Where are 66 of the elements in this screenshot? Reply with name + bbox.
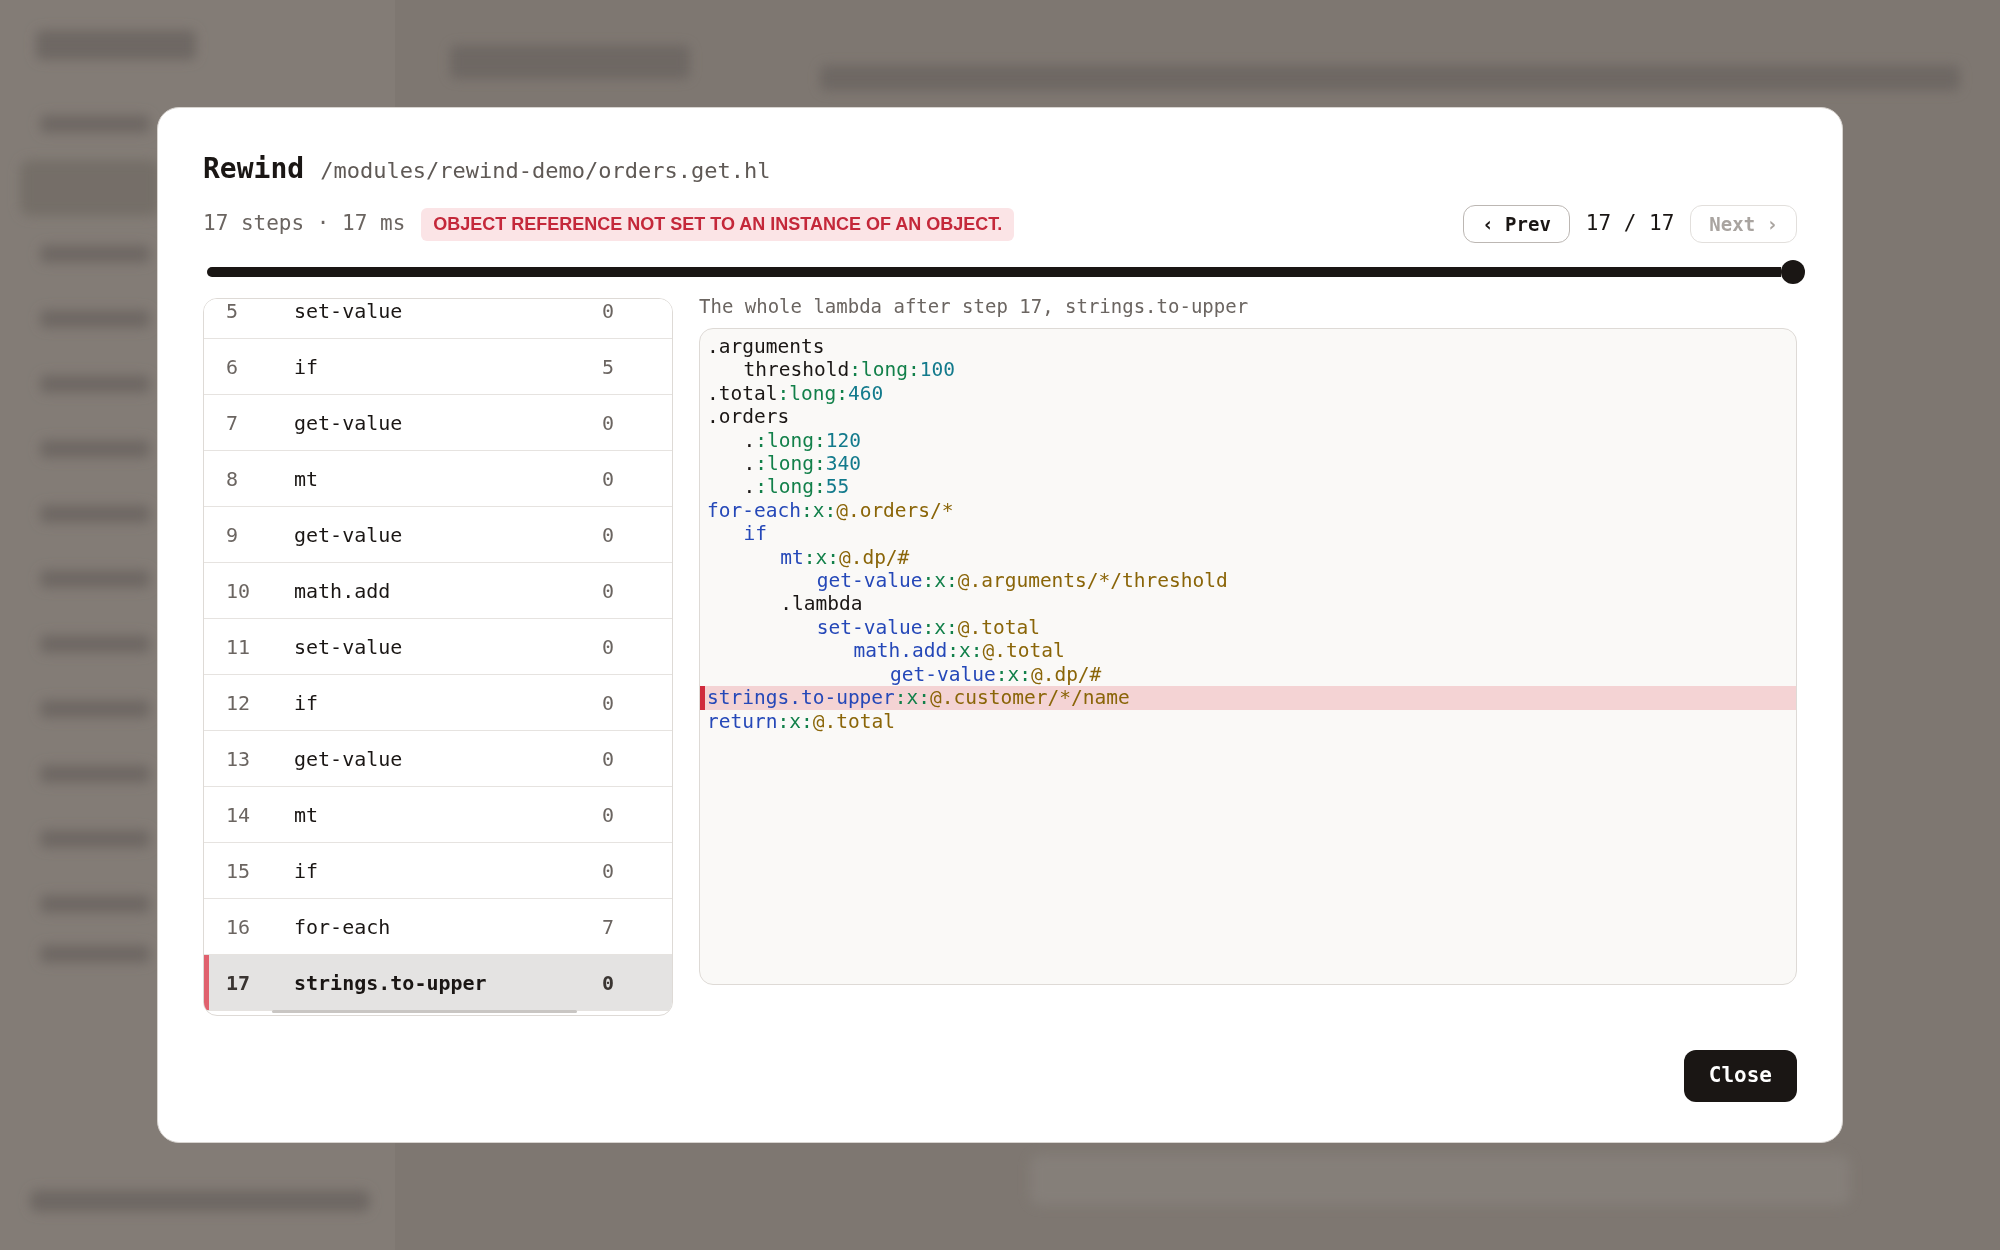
step-number: 11 xyxy=(225,633,252,661)
step-count: 0 xyxy=(602,577,616,605)
step-name: get-value xyxy=(294,745,404,773)
dialog-title: Rewind xyxy=(203,151,305,187)
file-path: /modules/rewind-demo/orders.get.hl xyxy=(320,157,771,185)
step-name: math.add xyxy=(294,577,392,605)
code-line: .lambda xyxy=(779,592,864,616)
step-number: 15 xyxy=(225,857,252,885)
timeline-thumb[interactable] xyxy=(1781,260,1805,284)
step-name: set-value xyxy=(294,299,404,325)
code-line: threshold:long:100 xyxy=(742,358,956,382)
step-number: 5 xyxy=(225,299,240,325)
step-number: 6 xyxy=(225,353,240,381)
step-count: 5 xyxy=(602,353,616,381)
code-line: get-value:x:@.arguments/*/threshold xyxy=(815,569,1229,593)
step-name: set-value xyxy=(294,633,404,661)
prev-button[interactable]: ‹ Prev xyxy=(1463,205,1570,243)
code-caption: The whole lambda after step 17, strings.to-upper xyxy=(699,294,1250,316)
step-count: 0 xyxy=(602,299,616,325)
step-number: 13 xyxy=(225,745,252,773)
code-line: .arguments xyxy=(706,335,826,359)
code-line: .:long:340 xyxy=(742,452,863,476)
step-name: mt xyxy=(294,801,320,829)
step-counter: 17 / 17 xyxy=(1585,210,1675,238)
step-count: 0 xyxy=(602,857,616,885)
step-number: 17 xyxy=(225,969,252,997)
step-number: 14 xyxy=(225,801,252,829)
step-number: 7 xyxy=(225,409,240,437)
step-name: get-value xyxy=(294,409,404,437)
code-line: .:long:120 xyxy=(742,428,863,453)
code-line: return:x:@.total xyxy=(706,709,896,733)
step-summary: 17 steps · 17 ms xyxy=(203,210,406,238)
step-count: 0 xyxy=(602,745,616,773)
code-line: set-value:x:@.total xyxy=(815,615,1041,640)
step-name: mt xyxy=(294,465,320,493)
step-row[interactable]: 17 strings.to-upper 0 xyxy=(204,955,672,1011)
step-count: 0 xyxy=(602,465,616,493)
code-line: get-value:x:@.dp/# xyxy=(889,662,1103,687)
code-line: .orders xyxy=(706,405,791,429)
code-line: if xyxy=(742,522,769,546)
code-line: math.add:x:@.total xyxy=(852,639,1066,663)
step-count: 0 xyxy=(602,409,616,437)
step-number: 10 xyxy=(225,577,252,605)
step-name: if xyxy=(294,857,320,885)
step-name: get-value xyxy=(294,521,404,549)
step-number: 16 xyxy=(225,913,252,941)
step-count: 0 xyxy=(602,521,616,549)
step-count: 7 xyxy=(602,913,616,941)
close-button[interactable]: Close xyxy=(1683,1050,1797,1102)
step-count: 0 xyxy=(602,801,616,829)
step-row[interactable]: 5 set-value 0 xyxy=(204,299,672,339)
code-line: mt:x:@.dp/# xyxy=(779,545,911,570)
step-count: 0 xyxy=(602,969,616,997)
step-number: 9 xyxy=(225,521,240,549)
code-line: .total:long:460 xyxy=(706,381,885,406)
step-name: if xyxy=(294,353,320,381)
step-name: strings.to-upper xyxy=(294,969,488,997)
code-line: .:long:55 xyxy=(742,475,851,499)
step-name: for-each xyxy=(294,913,392,941)
step-count: 0 xyxy=(602,689,616,717)
step-count: 0 xyxy=(602,633,616,661)
step-name: if xyxy=(294,689,320,717)
code-line: for-each:x:@.orders/* xyxy=(706,498,955,523)
error-message: OBJECT REFERENCE NOT SET TO AN INSTANCE OF AN OBJECT. xyxy=(421,207,1015,241)
step-number: 8 xyxy=(225,465,240,493)
step-number: 12 xyxy=(225,689,252,717)
